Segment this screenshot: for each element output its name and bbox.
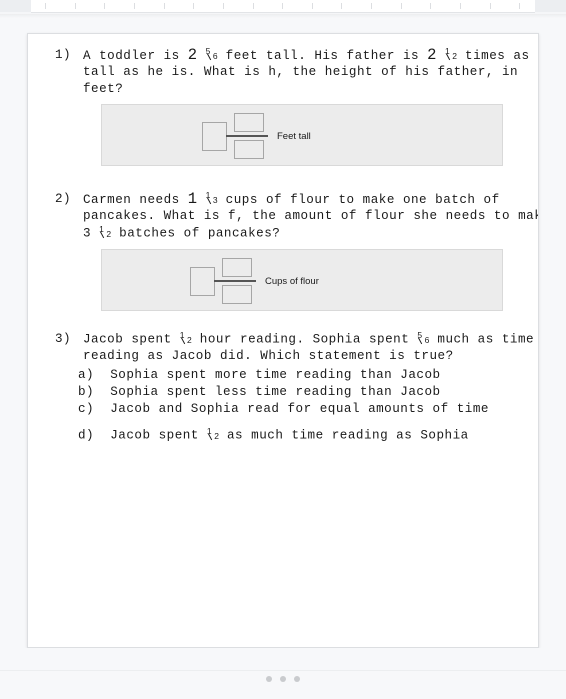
text-run: feet tall. His father is (217, 49, 428, 63)
question-text-line: 3 12 batches of pancakes? (83, 225, 280, 243)
fraction-denominator: 2 (214, 431, 219, 441)
fraction-bar-icon (226, 135, 268, 137)
text-run: d) Jacob spent (78, 428, 207, 443)
ruler-tick (460, 3, 462, 9)
question-text-line: feet? (83, 81, 123, 98)
answer-unit-label: Feet tall (277, 130, 311, 142)
whole-number-input[interactable] (202, 121, 227, 151)
ruler-tick (311, 3, 313, 9)
ruler-margin-left (0, 0, 31, 12)
footer-bar (0, 670, 566, 699)
ruler-shadow (0, 14, 566, 18)
text-run: tall as he is. What is h, the height of … (83, 65, 519, 79)
answer-entry-panel: Cups of flour (101, 249, 503, 311)
question-text-line: pancakes. What is f, the amount of flour… (83, 208, 539, 225)
question-text-line: Carmen needs 1 13 cups of flour to make … (83, 191, 500, 209)
text-run: reading as Jacob did. Which statement is… (83, 349, 454, 363)
ruler-tick (400, 3, 402, 9)
text-run (437, 49, 445, 63)
text-run (198, 193, 206, 207)
question-text-line: reading as Jacob did. Which statement is… (83, 348, 454, 365)
ruler-tick (489, 3, 491, 9)
question-number: 1) (55, 48, 72, 62)
answer-unit-label: Cups of flour (265, 275, 319, 287)
text-run: c) Jacob and Sophia read for equal amoun… (78, 402, 489, 416)
fraction-denominator: 6 (212, 51, 218, 62)
ruler-tick (282, 3, 284, 9)
ruler-tick (371, 3, 373, 9)
answer-option[interactable]: c) Jacob and Sophia read for equal amoun… (78, 401, 489, 418)
fraction-glyph: 12 (445, 47, 459, 62)
text-run: much as time (429, 332, 535, 347)
denominator-input[interactable] (222, 285, 252, 304)
fraction-glyph: 12 (207, 427, 221, 441)
ruler-tick (252, 3, 254, 9)
fraction-denominator: 2 (106, 229, 112, 239)
text-run: batches of pancakes? (111, 226, 281, 241)
ruler (0, 0, 566, 14)
ruler-tick (222, 3, 224, 9)
question-text-line: tall as he is. What is h, the height of … (83, 64, 518, 81)
text-run (198, 49, 206, 63)
whole-number: 2 (187, 46, 198, 64)
ruler-tick (133, 3, 135, 9)
whole-number: 2 (427, 46, 437, 64)
fraction-denominator: 2 (452, 51, 457, 62)
text-run: Carmen needs (83, 193, 188, 207)
ruler-margin-right (535, 0, 566, 12)
fraction-glyph: 12 (99, 225, 114, 239)
question-number: 3) (55, 332, 72, 346)
ruler-tick (519, 3, 521, 9)
text-run: as much time reading as Sophia (218, 428, 469, 443)
text-run: times as (457, 49, 530, 63)
fraction-input-widget (226, 113, 268, 159)
ruler-tick (193, 3, 195, 9)
pagination-dots[interactable] (0, 676, 566, 682)
answer-entry-panel: Feet tall (101, 104, 503, 166)
text-run: 3 (83, 226, 100, 241)
fraction-input-widget (214, 258, 256, 304)
ruler-ticks-icon (31, 0, 535, 12)
document-page: 1) A toddler is 2 56 feet tall. His fathe… (27, 33, 539, 648)
whole-number: 1 (187, 190, 198, 208)
ruler-tick (163, 3, 165, 9)
answer-option[interactable]: b) Sophia spent less time reading than J… (78, 384, 441, 401)
text-run: pancakes. What is f, the amount of flour… (83, 209, 539, 223)
fraction-glyph: 12 (180, 331, 194, 345)
ruler-tick (104, 3, 106, 9)
text-run: hour reading. Sophia spent (191, 332, 418, 347)
page-bottom-spacer (0, 648, 566, 670)
fraction-glyph: 56 (417, 331, 432, 345)
text-run: A toddler is (83, 49, 188, 63)
text-run: Jacob spent (83, 332, 180, 347)
ruler-tick (45, 3, 46, 9)
text-run: cups of flour to make one batch of (217, 193, 500, 207)
text-run: a) Sophia spent more time reading than J… (78, 368, 441, 382)
answer-option[interactable]: a) Sophia spent more time reading than J… (78, 367, 441, 384)
whole-number-input[interactable] (190, 266, 215, 296)
answer-entry-row: Feet tall (202, 113, 311, 159)
pagination-dot[interactable] (266, 676, 272, 682)
question-text-line: A toddler is 2 56 feet tall. His father … (83, 47, 530, 65)
text-run: b) Sophia spent less time reading than J… (78, 385, 441, 399)
fraction-denominator: 2 (186, 335, 192, 345)
ruler-tick (430, 3, 432, 9)
fraction-denominator: 3 (212, 195, 218, 206)
numerator-input[interactable] (222, 258, 252, 277)
pagination-dot[interactable] (280, 676, 286, 682)
text-run: feet? (83, 82, 124, 96)
question-number: 2) (55, 192, 72, 206)
fraction-bar-icon (214, 280, 256, 282)
fraction-glyph: 13 (206, 191, 220, 206)
fraction-glyph: 56 (206, 47, 220, 62)
ruler-tick (341, 3, 343, 9)
pagination-dot[interactable] (294, 676, 300, 682)
question-text-line: Jacob spent 12 hour reading. Sophia spen… (83, 331, 534, 349)
answer-entry-row: Cups of flour (190, 258, 319, 304)
ruler-tick (74, 3, 76, 9)
answer-option[interactable]: d) Jacob spent 12 as much time reading a… (78, 427, 469, 445)
numerator-input[interactable] (234, 113, 264, 132)
denominator-input[interactable] (234, 140, 264, 159)
fraction-denominator: 6 (424, 335, 430, 345)
